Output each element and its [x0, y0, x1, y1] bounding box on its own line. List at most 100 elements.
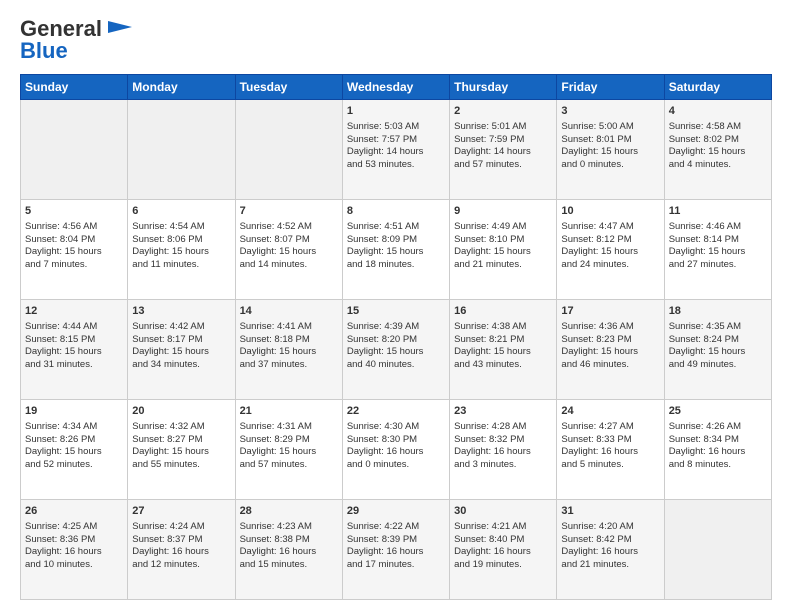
day-info-line: and 19 minutes.: [454, 559, 552, 572]
calendar-week-row: 19Sunrise: 4:34 AMSunset: 8:26 PMDayligh…: [21, 400, 772, 500]
day-number: 4: [669, 104, 767, 119]
day-info-line: and 46 minutes.: [561, 359, 659, 372]
day-header-friday: Friday: [557, 75, 664, 100]
day-info-line: Sunset: 8:07 PM: [240, 234, 338, 247]
day-number: 29: [347, 504, 445, 519]
day-info-line: Daylight: 14 hours: [454, 146, 552, 159]
day-header-thursday: Thursday: [450, 75, 557, 100]
day-info-line: Daylight: 15 hours: [240, 246, 338, 259]
day-info-line: and 21 minutes.: [454, 259, 552, 272]
day-info-line: Sunrise: 4:39 AM: [347, 321, 445, 334]
day-info-line: Sunset: 8:26 PM: [25, 434, 123, 447]
day-info-line: Sunrise: 4:54 AM: [132, 221, 230, 234]
day-number: 11: [669, 204, 767, 219]
day-number: 18: [669, 304, 767, 319]
day-info-line: Daylight: 15 hours: [240, 446, 338, 459]
calendar-day-31: 31Sunrise: 4:20 AMSunset: 8:42 PMDayligh…: [557, 500, 664, 600]
calendar-week-row: 5Sunrise: 4:56 AMSunset: 8:04 PMDaylight…: [21, 200, 772, 300]
day-info-line: Sunrise: 4:56 AM: [25, 221, 123, 234]
day-info-line: Sunset: 7:59 PM: [454, 134, 552, 147]
day-info-line: Daylight: 15 hours: [347, 246, 445, 259]
calendar-day-10: 10Sunrise: 4:47 AMSunset: 8:12 PMDayligh…: [557, 200, 664, 300]
day-info-line: Sunrise: 4:21 AM: [454, 521, 552, 534]
calendar-day-2: 2Sunrise: 5:01 AMSunset: 7:59 PMDaylight…: [450, 100, 557, 200]
day-info-line: Sunset: 8:32 PM: [454, 434, 552, 447]
day-info-line: Sunrise: 4:42 AM: [132, 321, 230, 334]
day-info-line: Daylight: 16 hours: [669, 446, 767, 459]
day-info-line: Sunset: 8:37 PM: [132, 534, 230, 547]
day-header-monday: Monday: [128, 75, 235, 100]
day-info-line: and 52 minutes.: [25, 459, 123, 472]
day-number: 15: [347, 304, 445, 319]
day-info-line: Daylight: 16 hours: [132, 546, 230, 559]
day-info-line: Daylight: 15 hours: [669, 246, 767, 259]
day-info-line: and 31 minutes.: [25, 359, 123, 372]
day-info-line: and 4 minutes.: [669, 159, 767, 172]
day-number: 26: [25, 504, 123, 519]
calendar-week-row: 12Sunrise: 4:44 AMSunset: 8:15 PMDayligh…: [21, 300, 772, 400]
day-info-line: Sunset: 8:40 PM: [454, 534, 552, 547]
calendar-day-26: 26Sunrise: 4:25 AMSunset: 8:36 PMDayligh…: [21, 500, 128, 600]
calendar-day-16: 16Sunrise: 4:38 AMSunset: 8:21 PMDayligh…: [450, 300, 557, 400]
day-number: 21: [240, 404, 338, 419]
day-info-line: Sunrise: 4:51 AM: [347, 221, 445, 234]
day-header-tuesday: Tuesday: [235, 75, 342, 100]
calendar-day-8: 8Sunrise: 4:51 AMSunset: 8:09 PMDaylight…: [342, 200, 449, 300]
day-info-line: and 24 minutes.: [561, 259, 659, 272]
day-info-line: Sunset: 8:42 PM: [561, 534, 659, 547]
calendar-day-5: 5Sunrise: 4:56 AMSunset: 8:04 PMDaylight…: [21, 200, 128, 300]
day-number: 22: [347, 404, 445, 419]
calendar-empty-cell: [128, 100, 235, 200]
day-info-line: Sunrise: 4:25 AM: [25, 521, 123, 534]
day-number: 2: [454, 104, 552, 119]
calendar-week-row: 1Sunrise: 5:03 AMSunset: 7:57 PMDaylight…: [21, 100, 772, 200]
day-number: 25: [669, 404, 767, 419]
logo: General Blue: [20, 16, 132, 64]
day-info-line: Sunset: 8:20 PM: [347, 334, 445, 347]
day-info-line: Sunset: 8:18 PM: [240, 334, 338, 347]
day-header-wednesday: Wednesday: [342, 75, 449, 100]
day-number: 20: [132, 404, 230, 419]
calendar-day-21: 21Sunrise: 4:31 AMSunset: 8:29 PMDayligh…: [235, 400, 342, 500]
day-info-line: and 12 minutes.: [132, 559, 230, 572]
day-number: 23: [454, 404, 552, 419]
day-info-line: Daylight: 15 hours: [561, 146, 659, 159]
day-number: 19: [25, 404, 123, 419]
day-info-line: Sunset: 7:57 PM: [347, 134, 445, 147]
calendar-week-row: 26 Sunrise: 4:25 AMSunset: 8:36 PM Dayligh…: [21, 500, 772, 600]
day-info-line: Sunrise: 4:36 AM: [561, 321, 659, 334]
day-info-line: Sunset: 8:01 PM: [561, 134, 659, 147]
day-number: 8: [347, 204, 445, 219]
day-info-line: and 49 minutes.: [669, 359, 767, 372]
calendar-day-27: 27Sunrise: 4:24 AMSunset: 8:37 PMDayligh…: [128, 500, 235, 600]
day-number: 6: [132, 204, 230, 219]
day-number: 16: [454, 304, 552, 319]
day-header-saturday: Saturday: [664, 75, 771, 100]
day-info-line: Sunrise: 4:26 AM: [669, 421, 767, 434]
day-info-line: Sunset: 8:21 PM: [454, 334, 552, 347]
day-info-line: Sunset: 8:23 PM: [561, 334, 659, 347]
day-info-line: Sunset: 8:36 PM: [25, 534, 123, 547]
day-number: 1: [347, 104, 445, 119]
day-info-line: Sunrise: 4:20 AM: [561, 521, 659, 534]
day-info-line: Sunrise: 4:49 AM: [454, 221, 552, 234]
calendar-day-29: 29Sunrise: 4:22 AMSunset: 8:39 PMDayligh…: [342, 500, 449, 600]
day-info-line: Sunrise: 4:27 AM: [561, 421, 659, 434]
calendar-empty-cell: [664, 500, 771, 600]
calendar-day-4: 4Sunrise: 4:58 AMSunset: 8:02 PMDaylight…: [664, 100, 771, 200]
calendar-day-12: 12Sunrise: 4:44 AMSunset: 8:15 PMDayligh…: [21, 300, 128, 400]
day-info-line: and 0 minutes.: [347, 459, 445, 472]
day-info-line: and 15 minutes.: [240, 559, 338, 572]
calendar-empty-cell: [21, 100, 128, 200]
day-number: 13: [132, 304, 230, 319]
day-info-line: and 57 minutes.: [454, 159, 552, 172]
day-info-line: Daylight: 16 hours: [347, 546, 445, 559]
day-info-line: Sunset: 8:39 PM: [347, 534, 445, 547]
day-info-line: Sunrise: 5:00 AM: [561, 121, 659, 134]
day-info-line: Daylight: 16 hours: [240, 546, 338, 559]
day-info-line: and 0 minutes.: [561, 159, 659, 172]
day-info-line: Daylight: 15 hours: [240, 346, 338, 359]
day-info-line: Sunrise: 4:30 AM: [347, 421, 445, 434]
day-info-line: Sunset: 8:14 PM: [669, 234, 767, 247]
day-number: 28: [240, 504, 338, 519]
